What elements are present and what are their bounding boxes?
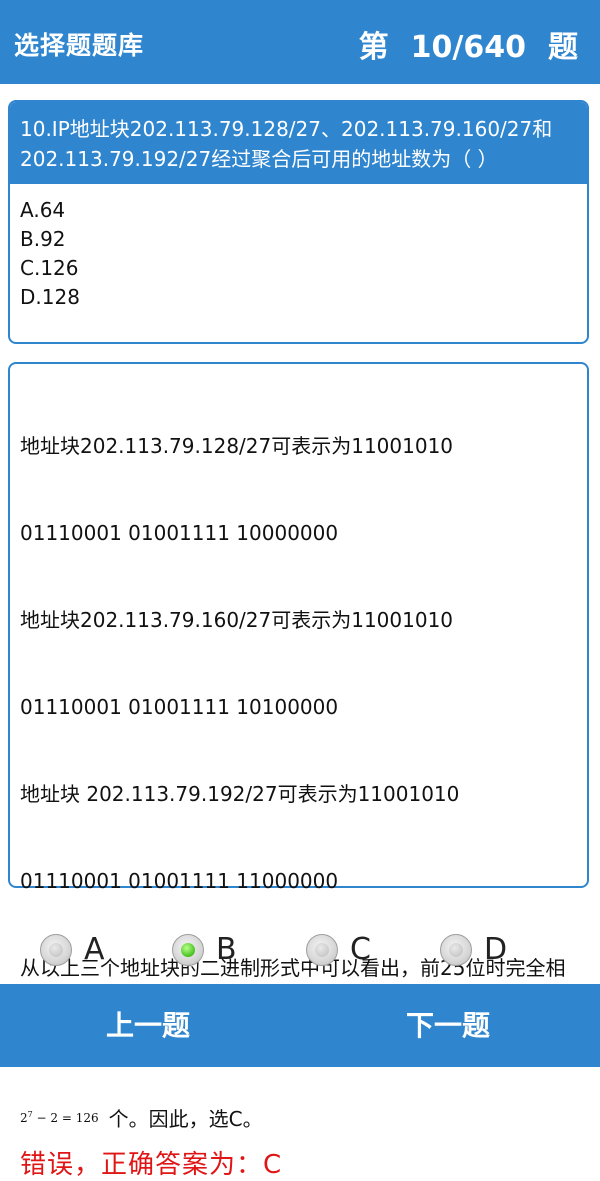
radio-icon[interactable] [40, 933, 72, 966]
radio-checked-icon[interactable] [172, 933, 204, 966]
progress-value: 10/640 [410, 30, 526, 65]
explanation-line: 01110001 01001111 10000000 [20, 521, 339, 545]
previous-question-button[interactable]: 上一题 [106, 1004, 190, 1044]
radio-option-d[interactable]: D [440, 932, 507, 967]
radio-label-b: B [216, 932, 237, 967]
radio-option-c[interactable]: C [306, 932, 371, 967]
formula-line: 27 − 2 = 126 个。因此，选C。 [20, 1103, 577, 1132]
explanation-line: 01110001 01001111 11000000 [20, 869, 339, 893]
option-b-text: B.92 [20, 227, 66, 251]
formula-base: 2 [20, 1111, 28, 1125]
next-question-button[interactable]: 下一题 [406, 1004, 490, 1044]
option-c-text: C.126 [20, 256, 79, 280]
progress-prefix: 第 [358, 30, 389, 65]
question-card: 10.IP地址块202.113.79.128/27、202.113.79.160… [8, 100, 589, 344]
formula-image: 27 − 2 = 126 [20, 1110, 99, 1125]
explanation-line: 地址块 202.113.79.192/27可表示为11001010 [20, 782, 460, 806]
option-d-text: D.128 [20, 285, 80, 309]
option-a-text: A.64 [20, 198, 66, 222]
question-progress: 第 10/640 题 [359, 22, 578, 66]
radio-icon[interactable] [440, 933, 472, 966]
answer-radio-group: A B C D [0, 932, 600, 984]
formula-rest: − 2 = 126 [32, 1111, 99, 1125]
radio-option-b[interactable]: B [172, 932, 237, 967]
explanation-line: 01110001 01001111 10100000 [20, 695, 339, 719]
explanation-line: 地址块202.113.79.128/27可表示为11001010 [20, 434, 454, 458]
radio-label-d: D [484, 932, 508, 967]
radio-option-a[interactable]: A [40, 932, 105, 967]
explanation-tail: 个。因此，选C。 [108, 1107, 263, 1131]
bottom-nav-bar: 上一题 下一题 [0, 984, 600, 1067]
result-message: 错误，正确答案为：C [20, 1150, 283, 1180]
app-title: 选择题题库 [14, 31, 145, 60]
radio-icon[interactable] [306, 933, 338, 966]
explanation-line: 地址块202.113.79.160/27可表示为11001010 [20, 608, 454, 632]
question-text: 10.IP地址块202.113.79.128/27、202.113.79.160… [10, 102, 587, 184]
radio-label-a: A [84, 932, 105, 967]
top-bar: 选择题题库 第 10/640 题 [0, 0, 600, 84]
explanation-card: 地址块202.113.79.128/27可表示为11001010 0111000… [8, 362, 589, 1180]
progress-suffix: 题 [548, 30, 578, 65]
radio-label-c: C [350, 932, 371, 967]
question-options: A.64 B.92 C.126 D.128 [10, 184, 587, 324]
